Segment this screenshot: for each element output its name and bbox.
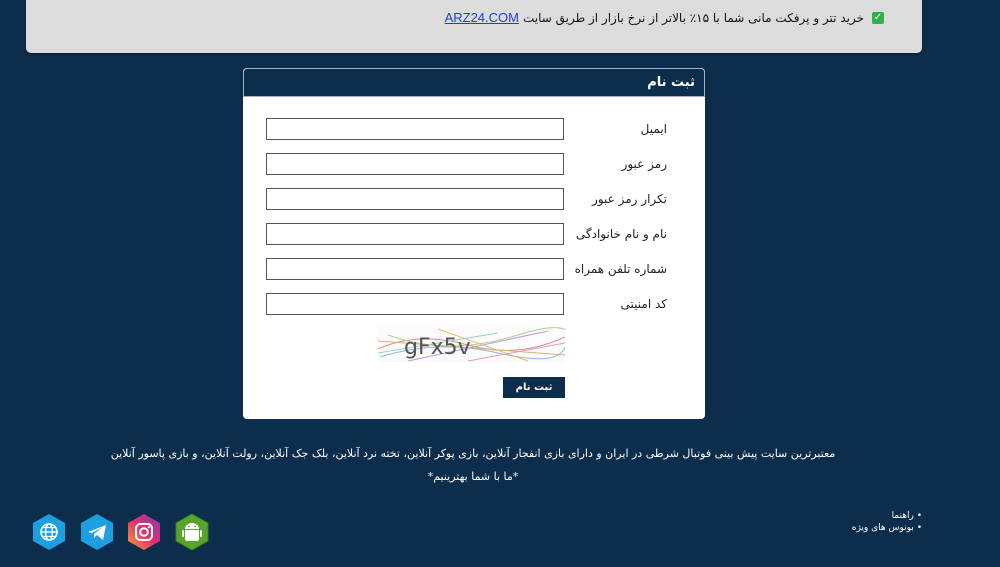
phone-field[interactable]	[266, 258, 564, 280]
captcha-image: gFx5v	[377, 327, 571, 363]
register-button[interactable]: ثبت نام	[503, 377, 565, 398]
password-confirm-label: تکرار رمز عبور	[592, 192, 667, 206]
notice-bar: ✓ خرید تتر و پرفکت مانی شما با ۱۵٪ بالات…	[26, 0, 922, 53]
phone-label: شماره تلفن همراه	[574, 262, 667, 276]
notice-text: خرید تتر و پرفکت مانی شما با ۱۵٪ بالاتر …	[522, 10, 864, 25]
telegram-button[interactable]	[78, 513, 116, 551]
checkbox-icon: ✓	[872, 11, 884, 24]
globe-icon	[33, 514, 65, 550]
security-code-field[interactable]	[266, 293, 564, 315]
security-code-label: کد امنیتی	[620, 297, 667, 311]
instagram-button[interactable]	[125, 513, 163, 551]
password-confirm-field[interactable]	[266, 188, 564, 210]
email-field[interactable]	[266, 118, 564, 140]
password-field[interactable]	[266, 153, 564, 175]
password-confirm-row: تکرار رمز عبور	[243, 188, 705, 212]
footer-link-guide[interactable]: راهنما	[852, 510, 922, 522]
fullname-row: نام و نام خانوادگی	[243, 223, 705, 247]
email-row: ایمیل	[243, 118, 705, 142]
footer-slogan: *ما با شما بهترینیم*	[427, 470, 519, 483]
security-code-row: کد امنیتی	[243, 293, 705, 317]
footer-links: راهنما بونوس های ویژه	[852, 510, 922, 534]
registration-card: ثبت نام ایمیل رمز عبور تکرار رمز عبور نا…	[243, 68, 705, 419]
email-label: ایمیل	[640, 122, 667, 136]
footer-link-bonus[interactable]: بونوس های ویژه	[852, 522, 922, 534]
password-row: رمز عبور	[243, 153, 705, 177]
notice-line: ✓ خرید تتر و پرفکت مانی شما با ۱۵٪ بالات…	[445, 10, 884, 25]
card-title: ثبت نام	[243, 68, 705, 97]
telegram-icon	[81, 514, 113, 550]
password-label: رمز عبور	[621, 157, 667, 171]
captcha-text: gFx5v	[404, 335, 471, 360]
fullname-label: نام و نام خانوادگی	[575, 227, 667, 241]
notice-link[interactable]: ARZ24.COM	[445, 10, 519, 25]
phone-row: شماره تلفن همراه	[243, 258, 705, 282]
instagram-icon	[128, 514, 160, 550]
website-button[interactable]	[30, 513, 68, 551]
android-icon	[175, 513, 209, 551]
android-button[interactable]	[173, 513, 211, 551]
fullname-field[interactable]	[266, 223, 564, 245]
footer-description: معتبرترین سایت پیش بینی فوتبال شرطی در ا…	[110, 447, 836, 460]
captcha-noise: gFx5v	[377, 327, 571, 362]
